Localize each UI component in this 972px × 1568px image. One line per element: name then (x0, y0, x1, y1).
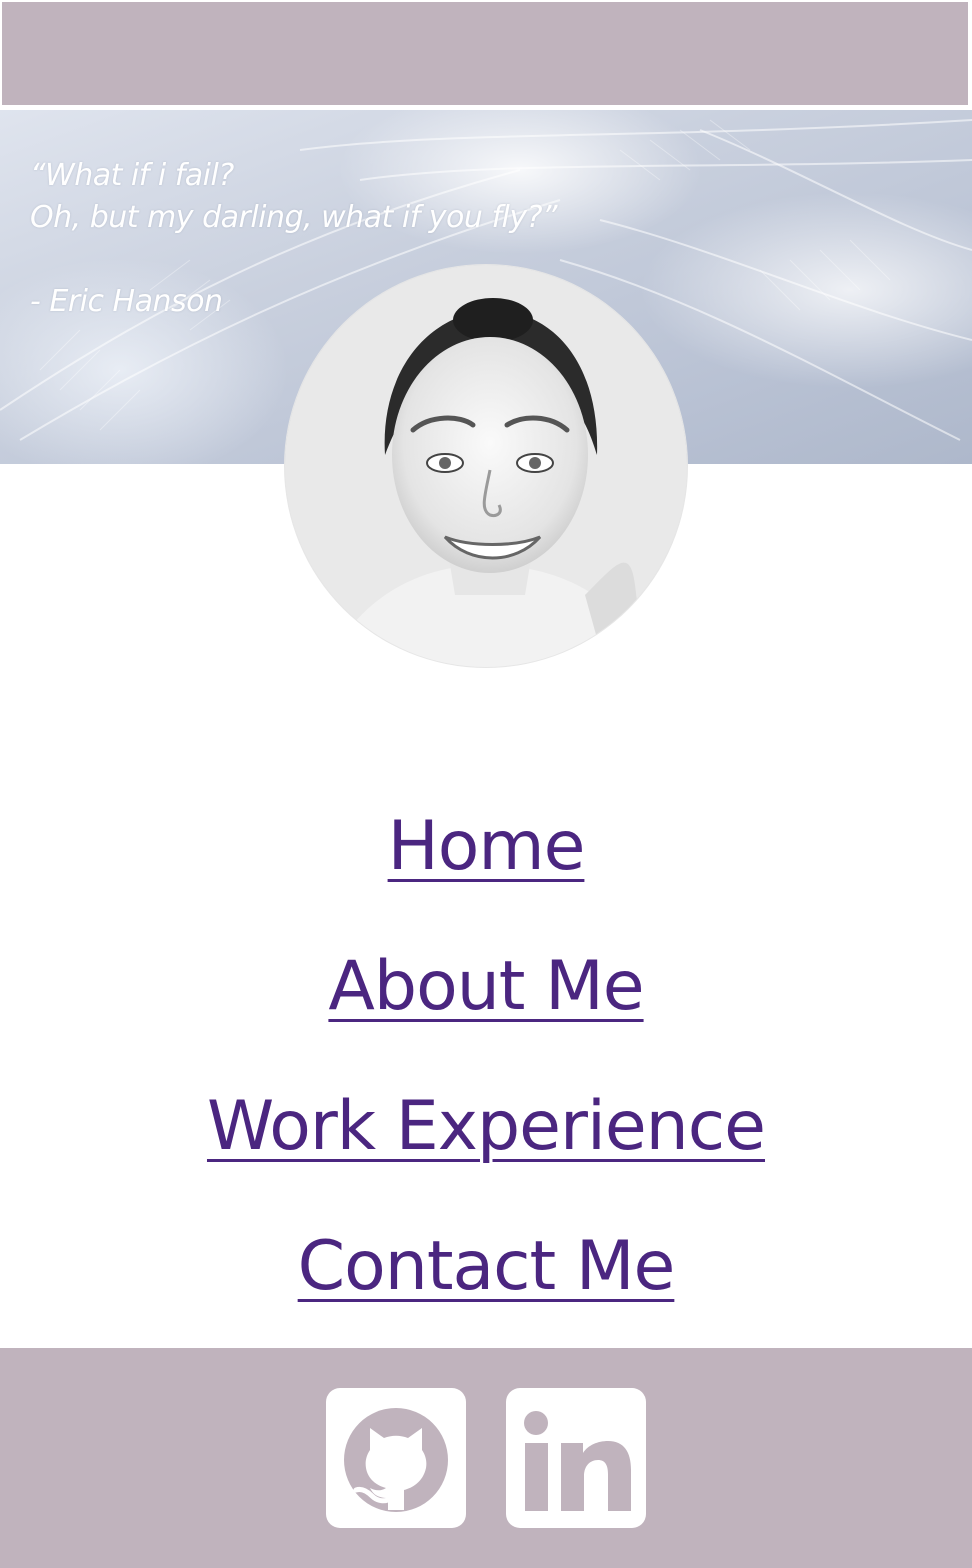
profile-photo (285, 265, 687, 667)
nav-link-home[interactable]: Home (0, 792, 972, 932)
linkedin-icon (524, 1411, 631, 1511)
nav-link-work-experience[interactable]: Work Experience (0, 1072, 972, 1212)
github-icon (344, 1408, 448, 1512)
quote-line-1: “What if i fail? (30, 158, 234, 193)
quote-line-2: Oh, but my darling, what if you fly?” (30, 200, 558, 235)
linkedin-link[interactable] (506, 1388, 646, 1528)
nav-link-about-me[interactable]: About Me (0, 932, 972, 1072)
main-navigation: Home About Me Work Experience Contact Me (0, 792, 972, 1352)
nav-link-contact-me[interactable]: Contact Me (0, 1212, 972, 1352)
portrait-image (285, 265, 687, 667)
header-bar (1, 1, 969, 106)
footer (0, 1348, 972, 1568)
github-link[interactable] (326, 1388, 466, 1528)
